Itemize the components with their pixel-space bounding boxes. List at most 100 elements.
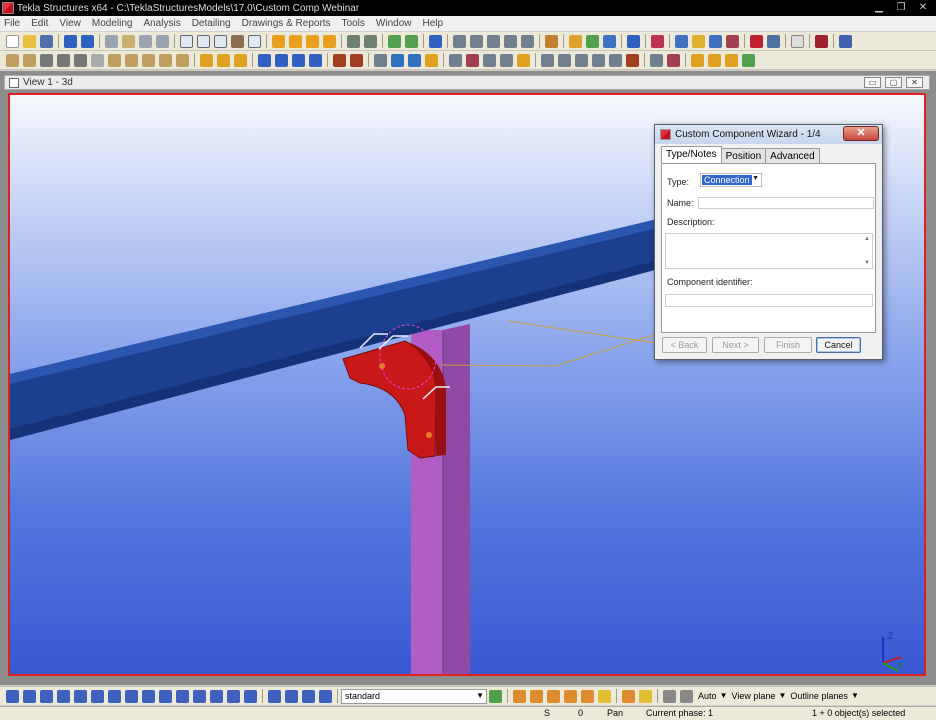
snap-free-icon[interactable] <box>667 53 680 67</box>
view-list-icon[interactable] <box>197 34 210 48</box>
organizer-icon[interactable] <box>709 34 722 48</box>
select-object-in-assembly-icon[interactable] <box>285 689 298 703</box>
create-line-cut-icon[interactable] <box>258 53 271 67</box>
plate-icon[interactable] <box>306 34 319 48</box>
select-grids-icon[interactable] <box>74 689 87 703</box>
column-icon[interactable] <box>289 34 302 48</box>
create-panel-icon[interactable] <box>91 53 104 67</box>
drawing-list-icon[interactable] <box>603 34 616 48</box>
open-model-icon[interactable] <box>23 34 36 48</box>
maximize-button[interactable]: ❐ <box>892 1 910 14</box>
tab-type-notes[interactable]: Type/Notes <box>661 146 722 163</box>
measure-arc-icon[interactable] <box>521 34 534 48</box>
create-slab-icon[interactable] <box>108 53 121 67</box>
dialog-title-bar[interactable]: Custom Component Wizard - 1/4 ✕ <box>655 125 882 144</box>
print-icon[interactable] <box>750 34 763 48</box>
select-object-in-component-icon[interactable] <box>319 689 332 703</box>
inquire-icon[interactable] <box>429 34 442 48</box>
work-area-icon[interactable] <box>248 34 261 48</box>
next-button[interactable]: Next > <box>712 337 759 353</box>
select-all-icon[interactable] <box>742 53 755 67</box>
tab-advanced[interactable]: Advanced <box>765 148 820 163</box>
back-button[interactable]: < Back <box>662 337 707 353</box>
create-column-icon[interactable] <box>23 53 36 67</box>
options-icon[interactable] <box>791 34 804 48</box>
select-loads-icon[interactable] <box>244 689 257 703</box>
snap-points-icon[interactable] <box>405 34 418 48</box>
snap-lines-icon[interactable] <box>564 689 577 703</box>
clash-check-icon[interactable] <box>545 34 558 48</box>
dropdown-arrow-icon[interactable]: ▼ <box>851 691 859 700</box>
snap-icon[interactable] <box>388 34 401 48</box>
select-parts-icon[interactable] <box>364 34 377 48</box>
view-window-icon[interactable] <box>180 34 193 48</box>
create-twin-profile-icon[interactable] <box>159 53 172 67</box>
select-component-icon[interactable] <box>302 689 315 703</box>
menu-window[interactable]: Window <box>376 18 412 29</box>
menu-tools[interactable]: Tools <box>342 18 365 29</box>
select-assembly-icon[interactable] <box>268 689 281 703</box>
navigate-icon[interactable] <box>675 34 688 48</box>
selection-mode-select[interactable]: Auto ▼ <box>695 691 729 701</box>
phase-filter-select[interactable]: standard ▼ <box>341 688 487 704</box>
create-point-icon[interactable] <box>408 53 421 67</box>
snap-intersection-icon[interactable] <box>575 53 588 67</box>
save-model-icon[interactable] <box>40 34 53 48</box>
redo-icon[interactable] <box>81 34 94 48</box>
menu-drawings-reports[interactable]: Drawings & Reports <box>242 18 331 29</box>
view-close-button[interactable]: ✕ <box>906 77 923 88</box>
measure-vertical-icon[interactable] <box>487 34 500 48</box>
select-surface-icon[interactable] <box>40 689 53 703</box>
menu-help[interactable]: Help <box>422 18 443 29</box>
fit-part-end-icon[interactable] <box>309 53 322 67</box>
select-points-icon[interactable] <box>57 689 70 703</box>
select-bolt-groups-icon[interactable] <box>159 689 172 703</box>
copy-icon[interactable] <box>122 34 135 48</box>
name-input[interactable] <box>698 197 874 209</box>
snap-perpendicular-points-icon[interactable] <box>581 689 594 703</box>
dropdown-arrow-icon[interactable]: ▼ <box>720 691 728 700</box>
create-part-cut-icon[interactable] <box>292 53 305 67</box>
components-icon[interactable] <box>569 34 582 48</box>
select-all-objects-icon[interactable] <box>6 689 19 703</box>
description-textarea[interactable]: ▲ ▼ <box>665 233 873 269</box>
select-parts-filter-icon[interactable] <box>23 689 36 703</box>
close-button[interactable]: ✕ <box>914 1 932 14</box>
create-reference-model-icon[interactable] <box>425 53 438 67</box>
snap-free-points-icon[interactable] <box>598 689 611 703</box>
finish-button[interactable]: Finish <box>764 337 812 353</box>
scroll-down-icon[interactable]: ▼ <box>864 260 870 266</box>
select-objects-in-components-icon[interactable] <box>725 53 738 67</box>
snap-line-icon[interactable] <box>609 53 622 67</box>
exit-icon[interactable] <box>815 34 828 48</box>
view-plane-icon[interactable] <box>214 34 227 48</box>
description-scrollbar[interactable]: ▲ ▼ <box>863 236 871 266</box>
snap-nearest-icon[interactable] <box>626 53 639 67</box>
undo-icon[interactable] <box>64 34 77 48</box>
tab-position[interactable]: Position <box>720 148 767 163</box>
new-model-icon[interactable] <box>6 34 19 48</box>
menu-modeling[interactable]: Modeling <box>92 18 133 29</box>
slab-icon[interactable] <box>323 34 336 48</box>
component-identifier-input[interactable] <box>665 294 873 307</box>
create-beam-icon[interactable] <box>6 53 19 67</box>
measure-horizontal-icon[interactable] <box>470 34 483 48</box>
create-grid-icon[interactable] <box>374 53 387 67</box>
create-pad-footing-icon[interactable] <box>40 53 53 67</box>
select-reference-models-icon[interactable] <box>210 689 223 703</box>
dropdown-arrow-icon[interactable]: ▼ <box>778 691 786 700</box>
snap-any-icon[interactable] <box>650 53 663 67</box>
create-concrete-slab-icon[interactable] <box>234 53 247 67</box>
snap-mid-icon[interactable] <box>558 53 571 67</box>
menu-detailing[interactable]: Detailing <box>192 18 231 29</box>
create-curved-beam-icon[interactable] <box>142 53 155 67</box>
select-welds-icon[interactable] <box>108 689 121 703</box>
create-grid-line-icon[interactable] <box>391 53 404 67</box>
create-contour-plate-icon[interactable] <box>176 53 189 67</box>
menu-view[interactable]: View <box>59 18 81 29</box>
select-components-filter-icon[interactable] <box>227 689 240 703</box>
measure-angle-icon[interactable] <box>504 34 517 48</box>
snap-depth-icon[interactable] <box>680 689 693 703</box>
create-bolt-icon[interactable] <box>333 53 346 67</box>
cut-icon[interactable] <box>231 34 244 48</box>
